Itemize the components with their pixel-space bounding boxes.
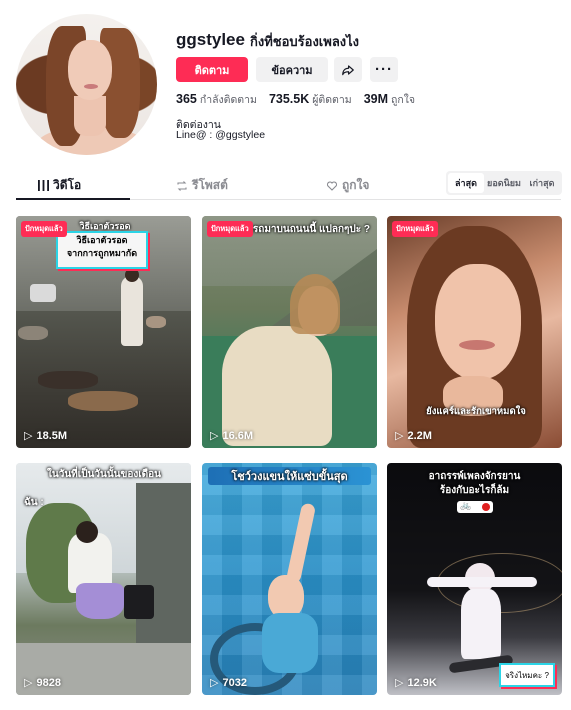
sort-popular[interactable]: ยอดนิยม [486,173,522,193]
pinned-badge: ปักหมุดแล้ว [207,221,253,237]
more-options-button[interactable]: ··· [370,57,398,82]
tab-liked[interactable]: ถูกใจ [326,176,369,195]
follow-button[interactable]: ติดตาม [176,57,248,82]
share-icon [342,64,354,75]
ellipsis-icon: ··· [375,61,393,78]
active-tab-indicator [16,198,130,200]
message-button[interactable]: ข้อความ [256,57,328,82]
play-icon: ▷ [24,430,33,442]
sort-latest[interactable]: ล่าสุด [448,173,484,193]
pinned-badge: ปักหมุดแล้ว [21,221,67,237]
play-icon: ▷ [395,430,404,442]
repost-icon [177,180,187,191]
bio-line-2: Line@ : @ggstylee [176,129,266,141]
profile-nickname: กิ่งที่ชอบร้องเพลงไง [250,34,360,49]
tab-reposts[interactable]: รีโพสต์ [176,176,228,195]
play-icon: ▷ [24,677,33,689]
grid-icon [38,180,49,191]
profile-avatar[interactable] [16,14,157,155]
share-button[interactable] [334,57,362,82]
play-icon: ▷ [210,677,219,689]
video-card[interactable]: โชว์วงแขนให้แซ่บขั้นสุด ▷ 7032 [202,463,377,695]
profile-username: ggstylee [176,30,245,49]
followers-stat[interactable]: 735.5K ผู้ติดตาม [269,91,352,108]
sort-oldest[interactable]: เก่าสุด [524,173,560,193]
sort-toggle: ล่าสุด ยอดนิยม เก่าสุด [446,171,562,195]
video-card[interactable]: ในวันที่เป็นวันนั้นของเดือน ฉัน : ▷ 9828 [16,463,191,695]
video-card[interactable]: ยังแคร์และรักเขาหมดใจ ปักหมุดแล้ว ▷ 2.2M [387,216,562,448]
play-icon: ▷ [395,677,404,689]
following-stat[interactable]: 365 กำลังติดตาม [176,91,257,108]
tab-videos[interactable]: วิดีโอ [38,176,81,195]
pinned-badge: ปักหมุดแล้ว [392,221,438,237]
caption-tag: จริงไหมคะ ? [499,663,555,687]
video-card[interactable]: ขับรถมาบนถนนนี้ แปลกๆปะ ? ปักหมุดแล้ว ▷ 1… [202,216,377,448]
bicycle-sticker: 🚲 [457,500,493,513]
heart-lock-icon [326,180,338,191]
video-card[interactable]: วิธีเอาตัวรอด วิธีเอาตัวรอด จากการถูกหมา… [16,216,191,448]
likes-stat: 39M ถูกใจ [363,92,416,106]
video-card[interactable]: อาถรรพ์เพลงจักรยาน ร้องกับอะไรก็ล้ม 🚲 จร… [387,463,562,695]
play-icon: ▷ [210,430,219,442]
profile-stats: 365 กำลังติดตาม 735.5K ผู้ติดตาม 39M ถูกใจ [176,91,415,108]
